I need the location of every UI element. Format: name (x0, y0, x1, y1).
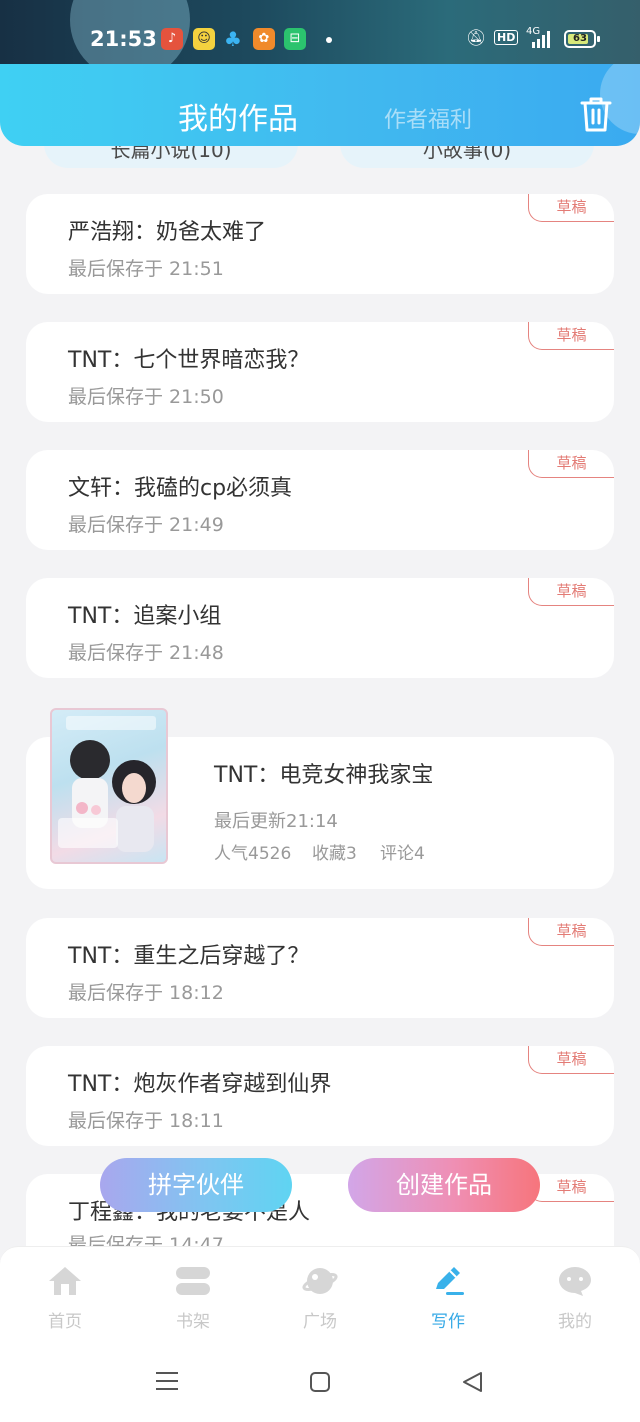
work-title: TNT：七个世界暗恋我？ (68, 348, 310, 373)
chat-app-icon: ☺ (193, 28, 215, 50)
work-title: TNT：炮灰作者穿越到仙界 (68, 1072, 332, 1097)
nav-mine-label: 我的 (558, 1312, 592, 1332)
nav-home-label: 首页 (48, 1312, 82, 1332)
work-card[interactable]: 草稿 文轩：我磕的cp必须真 最后保存于 21:49 (26, 450, 614, 550)
work-save-time: 最后保存于 21:49 (68, 514, 224, 536)
work-title: TNT：追案小组 (68, 604, 222, 629)
published-title: TNT：电竞女神我家宝 (214, 763, 434, 788)
work-card[interactable]: 草稿 严浩翔：奶爸太难了 最后保存于 21:51 (26, 194, 614, 294)
status-bar: 21:53 ♪ ☺ ♣ ✿ ⊟ 🔕︎ HD 4G 63 (0, 0, 640, 64)
work-title: 严浩翔：奶爸太难了 (68, 220, 267, 245)
status-time: 21:53 (90, 27, 157, 51)
battery-level: 63 (573, 33, 587, 44)
nav-square[interactable]: 广场 (280, 1265, 360, 1332)
work-card[interactable]: 草稿 TNT：七个世界暗恋我？ 最后保存于 21:50 (26, 322, 614, 422)
signal-icon (532, 31, 550, 48)
nav-write-label: 写作 (431, 1312, 465, 1332)
tools-app-icon: ✿ (253, 28, 275, 50)
nav-square-label: 广场 (303, 1312, 337, 1332)
work-title: TNT：重生之后穿越了？ (68, 944, 310, 969)
bookshelf-icon (176, 1267, 210, 1295)
tab-author-welfare[interactable]: 作者福利 (384, 102, 472, 134)
nav-home[interactable]: 首页 (25, 1265, 105, 1332)
work-save-time: 最后保存于 21:48 (68, 642, 224, 664)
home-button-icon[interactable] (309, 1371, 331, 1393)
nav-bookshelf-label: 书架 (176, 1312, 210, 1332)
comments-count: 评论4 (380, 844, 425, 864)
draft-badge: 草稿 (528, 1174, 614, 1202)
hd-icon: HD (494, 30, 519, 45)
work-save-time: 最后保存于 18:12 (68, 982, 224, 1004)
nav-mine[interactable]: 我的 (535, 1265, 615, 1332)
typing-partner-button[interactable]: 拼字伙伴 (100, 1158, 292, 1212)
work-save-time: 最后保存于 21:51 (68, 258, 224, 280)
favorites-count: 收藏3 (312, 844, 357, 864)
draft-badge: 草稿 (528, 194, 614, 222)
store-app-icon: ⊟ (284, 28, 306, 50)
nav-write[interactable]: 写作 (408, 1265, 488, 1332)
nav-bookshelf[interactable]: 书架 (153, 1265, 233, 1332)
tab-my-works[interactable]: 我的作品 (178, 94, 298, 138)
book-cover-image[interactable] (50, 708, 168, 864)
more-notifications-dot (326, 37, 332, 43)
battery-icon: 63 (564, 30, 600, 48)
create-work-button[interactable]: 创建作品 (348, 1158, 540, 1212)
home-icon (49, 1267, 81, 1295)
back-icon[interactable] (461, 1371, 483, 1393)
planet-icon (302, 1268, 338, 1294)
draft-badge: 草稿 (528, 322, 614, 350)
chat-bubble-icon (559, 1267, 591, 1296)
popularity-count: 人气4526 (214, 844, 292, 864)
work-card[interactable]: 草稿 TNT：重生之后穿越了？ 最后保存于 18:12 (26, 918, 614, 1018)
qq-app-icon: ♣ (224, 27, 242, 51)
top-header: 我的作品 作者福利 (0, 64, 640, 146)
pen-icon (436, 1267, 464, 1295)
published-updated-time: 最后更新21:14 (214, 811, 338, 832)
bottom-navigation: 首页 书架 广场 写作 我的 (0, 1246, 640, 1344)
system-navigation-bar (0, 1344, 640, 1422)
draft-badge: 草稿 (528, 450, 614, 478)
draft-badge: 草稿 (528, 578, 614, 606)
draft-badge: 草稿 (528, 1046, 614, 1074)
draft-badge: 草稿 (528, 918, 614, 946)
work-save-time: 最后保存于 21:50 (68, 386, 224, 408)
trash-icon[interactable] (578, 94, 614, 134)
work-card[interactable]: 草稿 TNT：追案小组 最后保存于 21:48 (26, 578, 614, 678)
music-app-icon: ♪ (161, 28, 183, 50)
work-title: 文轩：我磕的cp必须真 (68, 476, 293, 501)
work-save-time: 最后保存于 18:11 (68, 1110, 224, 1132)
mute-icon: 🔕︎ (466, 28, 487, 47)
menu-icon[interactable] (155, 1370, 179, 1392)
work-card[interactable]: 草稿 TNT：炮灰作者穿越到仙界 最后保存于 18:11 (26, 1046, 614, 1146)
